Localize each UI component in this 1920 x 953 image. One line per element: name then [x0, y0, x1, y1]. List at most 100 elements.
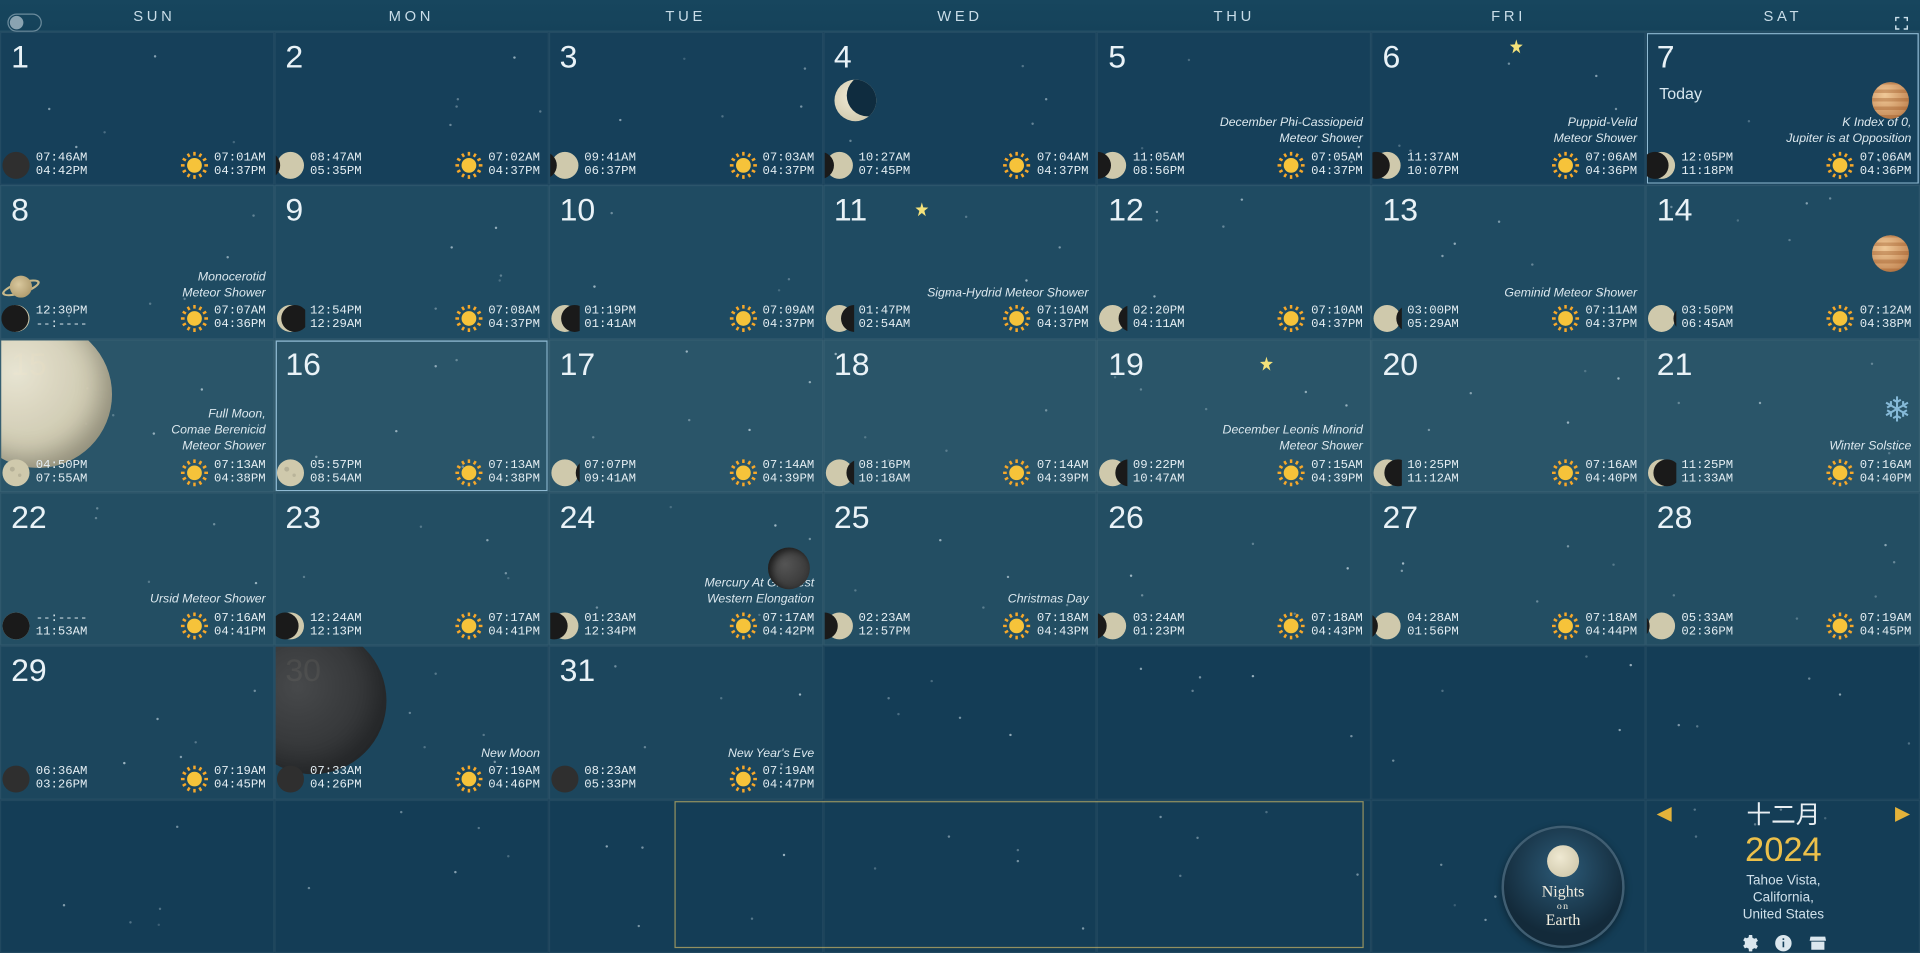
moonrise-time: 11:25PM: [1681, 459, 1733, 472]
sunset-time: 04:36PM: [1585, 165, 1637, 178]
logo[interactable]: Nights on Earth: [1502, 826, 1625, 948]
sun-icon: [1551, 304, 1581, 333]
sun-icon: [728, 611, 758, 640]
day-cell-2[interactable]: 2 08:47AM05:35PM 07:02AM04:37PM: [274, 32, 548, 186]
full-moon-large-icon: [0, 339, 112, 468]
sun-icon: [1002, 304, 1032, 333]
view-toggle[interactable]: [7, 13, 41, 31]
day-cell-30[interactable]: 30New Moon 07:33AM04:26PM 07:19AM04:46PM: [274, 646, 548, 800]
day-cell-18[interactable]: 18 08:16PM10:18AM 07:14AM04:39PM: [823, 339, 1097, 493]
moonrise-time: 12:24AM: [310, 612, 362, 625]
sun-icon: [728, 304, 758, 333]
snowflake-icon: ❄: [1883, 389, 1912, 429]
moon-phase-icon: [276, 150, 306, 179]
prev-month-button[interactable]: ◀: [1657, 800, 1672, 824]
sunrise-time: 07:17AM: [488, 612, 540, 625]
day-number: 28: [1657, 499, 1693, 537]
moonset-time: 08:54AM: [310, 472, 362, 485]
sunrise-time: 07:18AM: [1311, 612, 1363, 625]
day-cell-11[interactable]: 11Sigma-Hydrid Meteor Shower 01:47PM02:5…: [823, 185, 1097, 339]
moonset-time: 10:47AM: [1133, 472, 1185, 485]
day-number: 19: [1108, 345, 1144, 383]
mercury-icon: [767, 548, 809, 590]
day-cell-22[interactable]: 22Ursid Meteor Shower --:----11:53AM 07:…: [0, 492, 274, 646]
day-cell-15[interactable]: 15Full Moon,Comae BerenicidMeteor Shower…: [0, 339, 274, 493]
moon-phase-icon: [1, 765, 31, 794]
moonrise-time: 03:24AM: [1133, 612, 1185, 625]
day-cell-14[interactable]: 14 03:50PM06:45AM 07:12AM04:38PM: [1646, 185, 1920, 339]
rise-set-times: 08:16PM10:18AM 07:14AM04:39PM: [824, 456, 1096, 489]
day-cell-16[interactable]: 16 05:57PM08:54AM 07:13AM04:38PM: [274, 339, 548, 493]
day-cell-12[interactable]: 12 02:20PM04:11AM 07:10AM04:37PM: [1097, 185, 1371, 339]
event-text: New Year's Eve: [728, 746, 814, 762]
day-number: 22: [11, 499, 47, 537]
rise-set-times: 10:27AM07:45PM 07:04AM04:37PM: [824, 149, 1096, 182]
location-line-3: United States: [1647, 906, 1920, 923]
sun-icon: [1277, 304, 1307, 333]
fullscreen-icon[interactable]: [1893, 14, 1910, 31]
moon-phase-icon: [1373, 150, 1403, 179]
sunset-time: 04:38PM: [214, 472, 266, 485]
day-cell-1[interactable]: 1 07:46AM04:42PM 07:01AM04:37PM: [0, 32, 274, 186]
day-cell-8[interactable]: 8MonocerotidMeteor Shower 12:30PM--:----…: [0, 185, 274, 339]
sunrise-time: 07:16AM: [1860, 459, 1912, 472]
day-cell-19[interactable]: 19December Leonis MinoridMeteor Shower 0…: [1097, 339, 1371, 493]
moonrise-time: 02:20PM: [1133, 305, 1185, 318]
info-icon[interactable]: [1774, 933, 1794, 953]
day-cell-26[interactable]: 26 03:24AM01:23PM 07:18AM04:43PM: [1097, 492, 1371, 646]
day-number: 13: [1383, 191, 1419, 229]
moonset-time: 07:45PM: [859, 165, 911, 178]
day-cell-7[interactable]: 7TodayK Index of 0,Jupiter is at Opposit…: [1646, 32, 1920, 186]
dow-sat: SAT: [1646, 7, 1920, 24]
day-number: 18: [834, 345, 870, 383]
day-cell-5[interactable]: 5December Phi-CassiopeidMeteor Shower 11…: [1097, 32, 1371, 186]
sun-icon: [728, 150, 758, 179]
moon-phase-icon: [824, 304, 854, 333]
rise-set-times: 09:41AM06:37PM 07:03AM04:37PM: [550, 149, 822, 182]
sunset-time: 04:37PM: [1311, 319, 1363, 332]
moon-phase-icon: [276, 765, 306, 794]
day-cell-24[interactable]: 24Mercury At GreatestWestern Elongation …: [549, 492, 823, 646]
day-cell-13[interactable]: 13Geminid Meteor Shower 03:00PM05:29AM 0…: [1371, 185, 1645, 339]
day-cell-empty: [0, 799, 274, 953]
moon-phase-icon: [1098, 611, 1128, 640]
day-number: 4: [834, 38, 852, 76]
month-label: 十二月: [1746, 795, 1820, 831]
day-number: 1: [11, 38, 29, 76]
settings-icon[interactable]: [1739, 933, 1759, 953]
year-label: 2024: [1647, 831, 1920, 870]
star-icon: [1258, 355, 1275, 372]
rise-set-times: 04:28AM01:56PM 07:18AM04:44PM: [1373, 609, 1645, 642]
moon-phase-icon: [550, 765, 580, 794]
event-text: Geminid Meteor Shower: [1504, 285, 1637, 301]
day-cell-10[interactable]: 10 01:19PM01:41AM 07:09AM04:37PM: [549, 185, 823, 339]
day-cell-empty: [1646, 646, 1920, 800]
sunrise-time: 07:17AM: [763, 612, 815, 625]
day-cell-3[interactable]: 3 09:41AM06:37PM 07:03AM04:37PM: [549, 32, 823, 186]
day-cell-23[interactable]: 23 12:24AM12:13PM 07:17AM04:41PM: [274, 492, 548, 646]
sunset-time: 04:37PM: [214, 165, 266, 178]
sun-icon: [1002, 611, 1032, 640]
day-cell-17[interactable]: 17 07:07PM09:41AM 07:14AM04:39PM: [549, 339, 823, 493]
sunrise-time: 07:09AM: [763, 305, 815, 318]
day-cell-4[interactable]: 4 10:27AM07:45PM 07:04AM04:37PM: [823, 32, 1097, 186]
day-cell-29[interactable]: 29 06:36AM03:26PM 07:19AM04:45PM: [0, 646, 274, 800]
day-cell-31[interactable]: 31New Year's Eve 08:23AM05:33PM 07:19AM0…: [549, 646, 823, 800]
day-cell-9[interactable]: 9 12:54PM12:29AM 07:08AM04:37PM: [274, 185, 548, 339]
event-text: MonocerotidMeteor Shower: [182, 269, 265, 301]
logo-moon-icon: [1547, 845, 1579, 877]
day-number: 8: [11, 191, 29, 229]
moonset-time: 01:41AM: [584, 319, 636, 332]
sunset-time: 04:37PM: [1037, 165, 1089, 178]
day-cell-21[interactable]: 21Winter Solstice❄ 11:25PM11:33AM 07:16A…: [1646, 339, 1920, 493]
day-cell-27[interactable]: 27 04:28AM01:56PM 07:18AM04:44PM: [1371, 492, 1645, 646]
day-cell-20[interactable]: 20 10:25PM11:12AM 07:16AM04:40PM: [1371, 339, 1645, 493]
sunset-time: 04:40PM: [1860, 472, 1912, 485]
moonset-time: 11:33AM: [1681, 472, 1733, 485]
day-cell-28[interactable]: 28 05:33AM02:36PM 07:19AM04:45PM: [1646, 492, 1920, 646]
moon-phase-icon: [550, 611, 580, 640]
next-month-button[interactable]: ▶: [1895, 800, 1910, 824]
day-cell-25[interactable]: 25Christmas Day 02:23AM12:57PM 07:18AM04…: [823, 492, 1097, 646]
day-cell-6[interactable]: 6Puppid-VelidMeteor Shower 11:37AM10:07P…: [1371, 32, 1645, 186]
store-icon[interactable]: [1808, 933, 1828, 953]
